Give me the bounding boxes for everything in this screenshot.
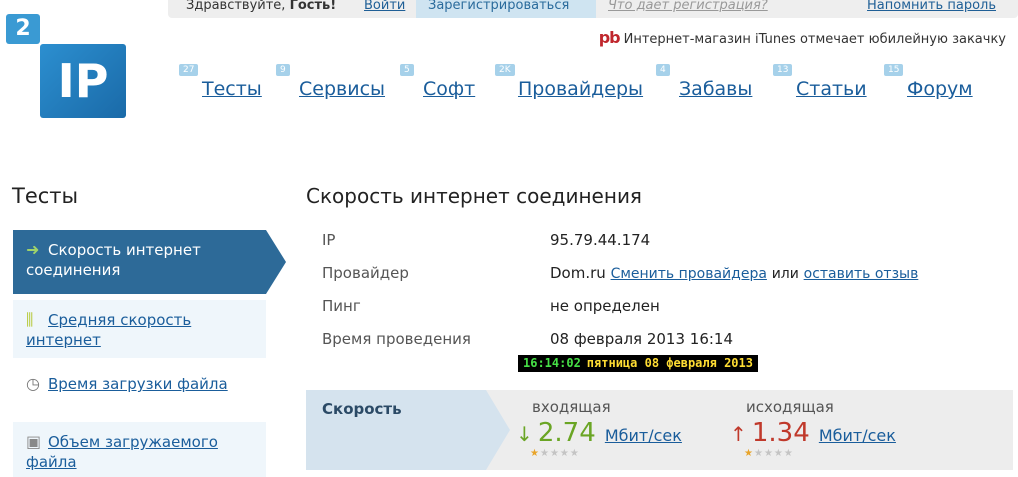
star-icon: ★ — [539, 448, 550, 459]
star-icon: ★ — [744, 448, 754, 459]
ip-value: 95.79.44.174 — [550, 231, 651, 249]
nav-label[interactable]: Забавы — [679, 78, 752, 100]
news-ticker[interactable]: pb Интернет-магазин iTunes отмечает юбиле… — [599, 28, 1006, 47]
greeting-name: Гость! — [289, 0, 337, 13]
nav-label[interactable]: Провайдеры — [518, 78, 643, 100]
star-icon: ★ — [569, 448, 580, 459]
outgoing-value-row: ↑ 1.34 Мбит/сек — [730, 418, 896, 448]
why-register-link[interactable]: Что дает регистрация? — [608, 0, 768, 13]
speed-panel: Скорость входящая ↓ 2.74 Мбит/сек ★★★★★ … — [306, 390, 1013, 470]
outgoing-label: исходящая — [746, 398, 834, 416]
outgoing-value: 1.34 — [751, 418, 810, 448]
provider-value: Dom.ru — [550, 264, 606, 282]
sidebar-title: Тесты — [12, 184, 79, 208]
box-icon: ▣ — [26, 432, 42, 451]
down-arrow-icon: ↓ — [516, 422, 533, 446]
time-label: Время проведения — [322, 330, 471, 348]
nav-label[interactable]: Тесты — [202, 78, 262, 100]
clock-icon: ◷ — [26, 374, 40, 393]
nav-badge: 5 — [400, 64, 414, 76]
incoming-value-row: ↓ 2.74 Мбит/сек — [516, 418, 682, 448]
sidebar-item-label: Скорость интернет соединения — [26, 241, 201, 279]
speed-label: Скорость — [306, 390, 510, 470]
page-title: Скорость интернет соединения — [306, 184, 642, 208]
register-button[interactable]: Зарегистрироваться — [416, 0, 596, 18]
sidebar-item-average-speed[interactable]: ⫼ Средняя скорость интернет — [13, 300, 266, 358]
sidebar-item-label[interactable]: Средняя скорость интернет — [26, 311, 191, 349]
incoming-speed: входящая ↓ 2.74 Мбит/сек ★★★★★ — [516, 398, 682, 459]
sidebar-item-label[interactable]: Время загрузки файла — [48, 375, 228, 393]
provider-value-row: Dom.ru Сменить провайдера или оставить о… — [550, 264, 918, 282]
incoming-label: входящая — [532, 398, 611, 416]
login-link[interactable]: Войти — [364, 0, 405, 13]
or-text: или — [771, 266, 799, 282]
leave-review-link[interactable]: оставить отзыв — [804, 266, 919, 282]
clock-date: пятница 08 февраля 2013 — [586, 356, 753, 370]
nav-label[interactable]: Форум — [907, 78, 973, 100]
ip-label: IP — [322, 231, 336, 249]
sidebar-item-label[interactable]: Объем загружаемого файла — [26, 433, 218, 471]
sidebar-item-download-time[interactable]: ◷ Время загрузки файла — [13, 364, 266, 404]
nav-badge: 13 — [773, 64, 793, 76]
star-icon: ★ — [559, 448, 570, 459]
refresh-arrow-icon: ➜ — [26, 240, 40, 259]
nav-badge: 27 — [179, 64, 199, 76]
bars-icon: ⫼ — [26, 310, 34, 329]
nav-badge: 4 — [656, 64, 670, 76]
star-icon: ★ — [763, 448, 774, 459]
news-text: Интернет-магазин iTunes отмечает юбилейн… — [623, 32, 1006, 47]
nav-label[interactable]: Сервисы — [299, 78, 385, 100]
nav-badge: 15 — [884, 64, 904, 76]
outgoing-unit-link[interactable]: Мбит/сек — [819, 426, 896, 445]
ping-value: не определен — [550, 297, 660, 315]
nav-badge: 2K — [495, 64, 515, 76]
clock-widget: 16:14:02 пятница 08 февраля 2013 — [518, 355, 758, 372]
sidebar-item-speed[interactable]: ➜ Скорость интернет соединения — [13, 230, 286, 294]
star-icon: ★ — [753, 448, 764, 459]
nav-badge: 9 — [276, 64, 290, 76]
outgoing-speed: исходящая ↑ 1.34 Мбит/сек ★★★★★ — [730, 398, 896, 459]
change-provider-link[interactable]: Сменить провайдера — [611, 266, 767, 282]
nav-label[interactable]: Софт — [423, 78, 475, 100]
sidebar-item-file-volume[interactable]: ▣ Объем загружаемого файла — [13, 422, 266, 477]
star-icon: ★ — [549, 448, 560, 459]
star-icon: ★ — [773, 448, 784, 459]
time-value: 08 февраля 2013 16:14 — [550, 330, 734, 348]
top-bar: Здравствуйте, Гость! Войти Зарегистриров… — [168, 0, 1018, 18]
greeting: Здравствуйте, Гость! — [186, 0, 336, 13]
remind-password-link[interactable]: Напомнить пароль — [867, 0, 996, 13]
ping-label: Пинг — [322, 297, 361, 315]
provider-label: Провайдер — [322, 264, 409, 282]
up-arrow-icon: ↑ — [730, 422, 747, 446]
incoming-rating: ★★★★★ — [530, 448, 682, 459]
main-nav: 27 Тесты 9 Сервисы 5 Софт 2K Провайдеры … — [0, 60, 1018, 110]
logo-number: 2 — [6, 14, 40, 44]
greeting-prefix: Здравствуйте, — [186, 0, 290, 13]
clock-time: 16:14:02 — [523, 356, 581, 370]
star-icon: ★ — [530, 448, 540, 459]
incoming-value: 2.74 — [537, 418, 596, 448]
incoming-unit-link[interactable]: Мбит/сек — [605, 426, 682, 445]
nav-label[interactable]: Статьи — [796, 78, 867, 100]
star-icon: ★ — [783, 448, 794, 459]
outgoing-rating: ★★★★★ — [744, 448, 896, 459]
pb-logo-icon: pb — [598, 28, 621, 47]
